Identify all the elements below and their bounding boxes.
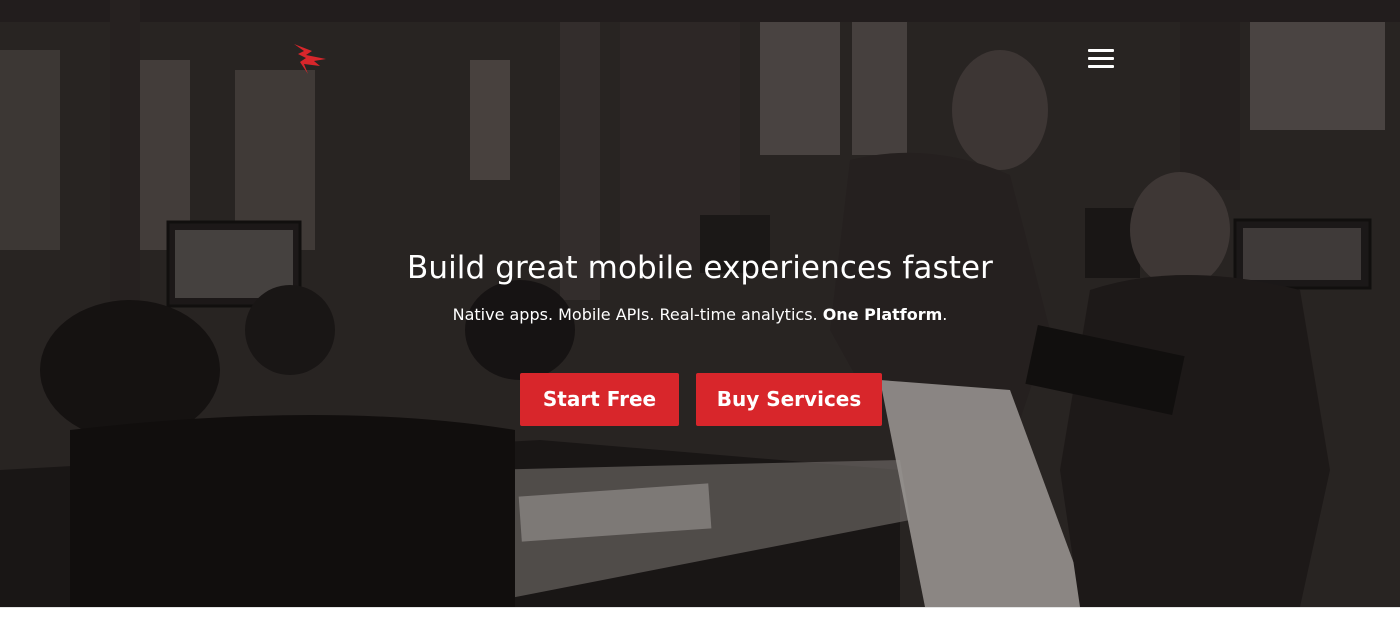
brand-logo[interactable] [292,42,328,76]
hero-tagline: Native apps. Mobile APIs. Real-time anal… [0,305,1400,324]
start-free-button[interactable]: Start Free [520,373,679,426]
hero-headline: Build great mobile experiences faster [406,250,994,286]
menu-bar [1088,49,1114,52]
menu-bar [1088,65,1114,68]
tagline-text: Native apps. Mobile APIs. Real-time anal… [452,305,823,324]
hero-background-photo [0,0,1400,607]
buy-services-button[interactable]: Buy Services [696,373,882,426]
content-section-start [0,607,1400,633]
flame-bird-logo-icon [294,44,326,74]
hero-section: Build great mobile experiences faster Na… [0,0,1400,607]
tagline-emphasis: One Platform [822,305,943,324]
menu-bar [1088,57,1114,60]
hamburger-menu-icon[interactable] [1086,46,1116,72]
tagline-period: . [942,305,948,324]
